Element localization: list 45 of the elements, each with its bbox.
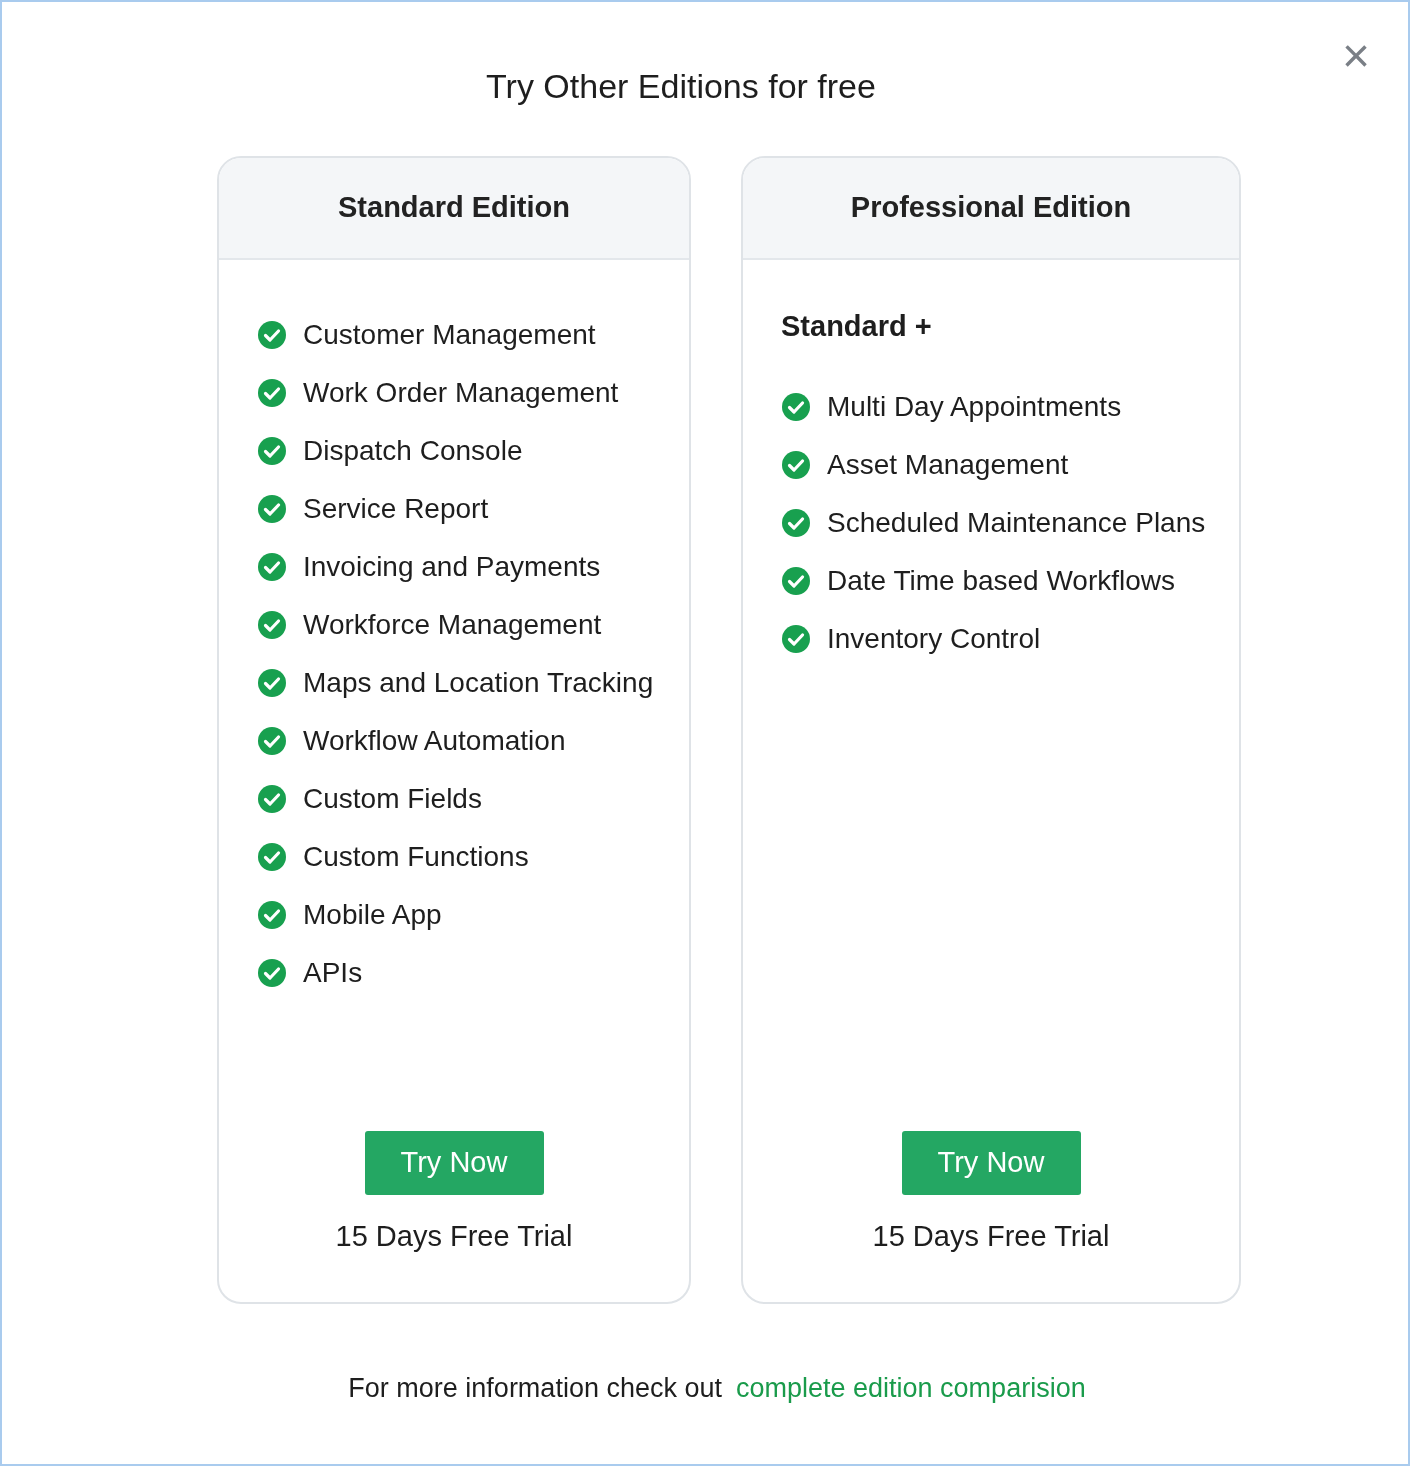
- comparison-link[interactable]: complete edition comparision: [736, 1368, 1086, 1409]
- check-icon: [781, 624, 811, 654]
- check-icon: [257, 726, 287, 756]
- feature-label: Asset Management: [827, 448, 1069, 482]
- check-icon: [257, 900, 287, 930]
- feature-label: Customer Management: [303, 318, 596, 352]
- dialog-title: Try Other Editions for free: [486, 66, 876, 107]
- close-button[interactable]: ×: [1341, 32, 1370, 80]
- feature-label: Date Time based Workflows: [827, 564, 1176, 598]
- feature-label: Custom Fields: [303, 782, 482, 816]
- feature-label: Scheduled Maintenance Plans: [827, 506, 1206, 540]
- footer-text: For more information check out: [348, 1372, 722, 1405]
- check-icon: [781, 508, 811, 538]
- try-now-button[interactable]: Try Now: [364, 1130, 544, 1195]
- check-icon: [257, 784, 287, 814]
- check-icon: [257, 668, 287, 698]
- edition-title: Professional Edition: [743, 158, 1239, 260]
- check-icon: [781, 450, 811, 480]
- try-now-button[interactable]: Try Now: [901, 1130, 1081, 1195]
- check-icon: [257, 378, 287, 408]
- check-icon: [781, 392, 811, 422]
- check-icon: [257, 842, 287, 872]
- edition-intro: Standard +: [781, 309, 933, 344]
- feature-label: Multi Day Appointments: [827, 390, 1122, 424]
- check-icon: [257, 552, 287, 582]
- check-icon: [257, 610, 287, 640]
- feature-label: Maps and Location Tracking: [303, 666, 654, 700]
- feature-label: Workforce Management: [303, 608, 602, 642]
- feature-label: Mobile App: [303, 898, 442, 932]
- check-icon: [257, 958, 287, 988]
- edition-title: Standard Edition: [219, 158, 689, 260]
- check-icon: [257, 436, 287, 466]
- trial-note: 15 Days Free Trial: [335, 1218, 573, 1254]
- check-icon: [257, 320, 287, 350]
- feature-label: APIs: [303, 956, 363, 990]
- feature-label: Inventory Control: [827, 622, 1041, 656]
- feature-label: Custom Functions: [303, 840, 529, 874]
- feature-label: Service Report: [303, 492, 489, 526]
- check-icon: [257, 494, 287, 524]
- feature-label: Workflow Automation: [303, 724, 566, 758]
- trial-note: 15 Days Free Trial: [872, 1218, 1110, 1254]
- check-icon: [781, 566, 811, 596]
- feature-label: Work Order Management: [303, 376, 619, 410]
- feature-label: Invoicing and Payments: [303, 550, 601, 584]
- feature-label: Dispatch Console: [303, 434, 523, 468]
